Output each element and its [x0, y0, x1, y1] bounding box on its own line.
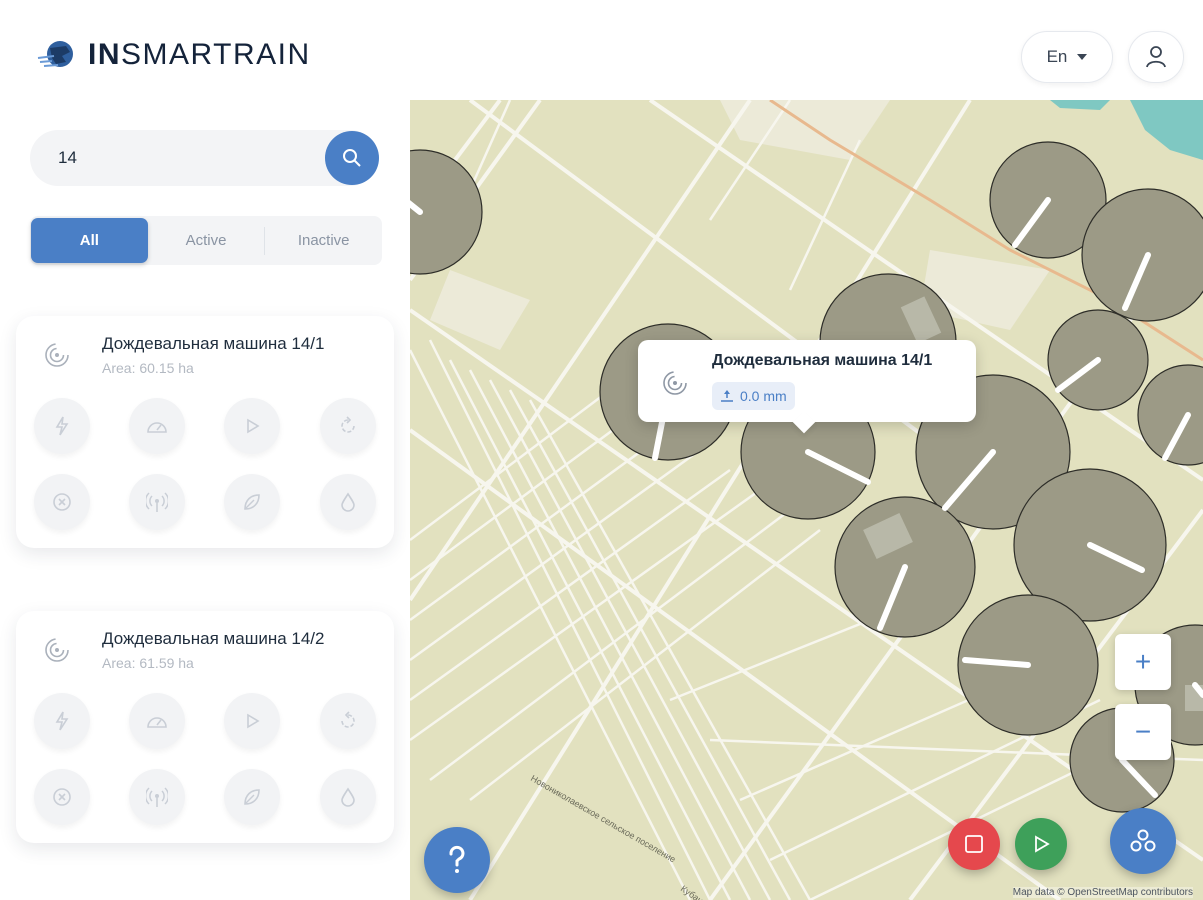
- user-icon: [1146, 46, 1166, 68]
- machine-card[interactable]: Дождевальная машина 14/1 Area: 60.15 ha: [16, 316, 394, 548]
- speedometer-icon[interactable]: [129, 398, 185, 454]
- help-button[interactable]: [424, 827, 490, 893]
- precipitation-badge: 0.0 mm: [712, 382, 795, 410]
- app-header: INSMARTRAIN En: [0, 0, 1203, 100]
- drop-icon[interactable]: [320, 474, 376, 530]
- pivot-icon: [660, 368, 690, 398]
- language-label: En: [1046, 47, 1068, 66]
- precipitation-value: 0.0 mm: [740, 388, 787, 404]
- zoom-in-button[interactable]: +: [1115, 634, 1171, 690]
- popup-title: Дождевальная машина 14/1: [712, 352, 933, 369]
- antenna-icon[interactable]: [129, 474, 185, 530]
- help-icon: [449, 845, 465, 873]
- stop-icon: [965, 835, 983, 853]
- play-icon[interactable]: [224, 693, 280, 749]
- cluster-icon: [1130, 829, 1156, 852]
- search-bar: [30, 130, 379, 186]
- bolt-icon[interactable]: [34, 693, 90, 749]
- start-all-button[interactable]: [1015, 818, 1067, 870]
- language-selector[interactable]: En: [1021, 31, 1113, 83]
- play-icon: [1035, 835, 1050, 853]
- chevron-down-icon: [1077, 54, 1088, 60]
- map-attribution[interactable]: Map data © OpenStreetMap contributors: [1012, 887, 1193, 898]
- pivot-icon: [42, 635, 72, 665]
- water-area: [1130, 100, 1203, 160]
- reverse-icon[interactable]: [320, 693, 376, 749]
- antenna-icon[interactable]: [129, 769, 185, 825]
- tab-all[interactable]: All: [31, 218, 148, 263]
- play-icon[interactable]: [224, 398, 280, 454]
- map-view[interactable]: Новониколаевское сельское поселение Куба…: [410, 100, 1203, 900]
- leaf-icon[interactable]: [224, 769, 280, 825]
- globe-logo-icon: [37, 41, 73, 67]
- stop-circle-icon[interactable]: [34, 769, 90, 825]
- zoom-out-button[interactable]: −: [1115, 704, 1171, 760]
- pivot-fields[interactable]: [410, 141, 1203, 813]
- machine-name: Дождевальная машина 14/1: [102, 334, 325, 353]
- tab-active[interactable]: Active: [148, 216, 265, 265]
- search-button[interactable]: [325, 131, 379, 185]
- speedometer-icon[interactable]: [129, 693, 185, 749]
- stop-circle-icon[interactable]: [34, 474, 90, 530]
- insmartrain-logo[interactable]: INSMARTRAIN: [36, 38, 311, 72]
- search-input[interactable]: [58, 146, 318, 170]
- stop-all-button[interactable]: [948, 818, 1000, 870]
- machine-popup[interactable]: Дождевальная машина 14/1 0.0 mm: [638, 340, 976, 422]
- road-label: Новониколаевское сельское поселение: [529, 773, 677, 864]
- machine-card[interactable]: Дождевальная машина 14/2 Area: 61.59 ha: [16, 611, 394, 843]
- filter-tabs: All Active Inactive: [30, 216, 382, 265]
- machine-area: Area: 61.59 ha: [102, 655, 194, 671]
- pivot-icon: [42, 340, 72, 370]
- logo-text: INSMARTRAIN: [88, 38, 311, 71]
- machine-area: Area: 60.15 ha: [102, 360, 194, 376]
- water-level-icon: [721, 390, 733, 402]
- groups-button[interactable]: [1110, 808, 1176, 874]
- pivot-circle[interactable]: [1081, 188, 1203, 322]
- search-icon: [343, 149, 361, 167]
- landuse-area: [430, 270, 530, 350]
- machine-sidebar: All Active Inactive Дождевальная машина …: [0, 100, 410, 900]
- machine-name: Дождевальная машина 14/2: [102, 629, 325, 648]
- water-area: [1050, 100, 1110, 110]
- machine-controls: [34, 693, 379, 833]
- map-canvas[interactable]: Новониколаевское сельское поселение Куба…: [410, 100, 1203, 900]
- reverse-icon[interactable]: [320, 398, 376, 454]
- tab-inactive[interactable]: Inactive: [265, 216, 382, 265]
- user-profile-button[interactable]: [1128, 31, 1184, 83]
- leaf-icon[interactable]: [224, 474, 280, 530]
- bolt-icon[interactable]: [34, 398, 90, 454]
- drop-icon[interactable]: [320, 769, 376, 825]
- machine-controls: [34, 398, 379, 538]
